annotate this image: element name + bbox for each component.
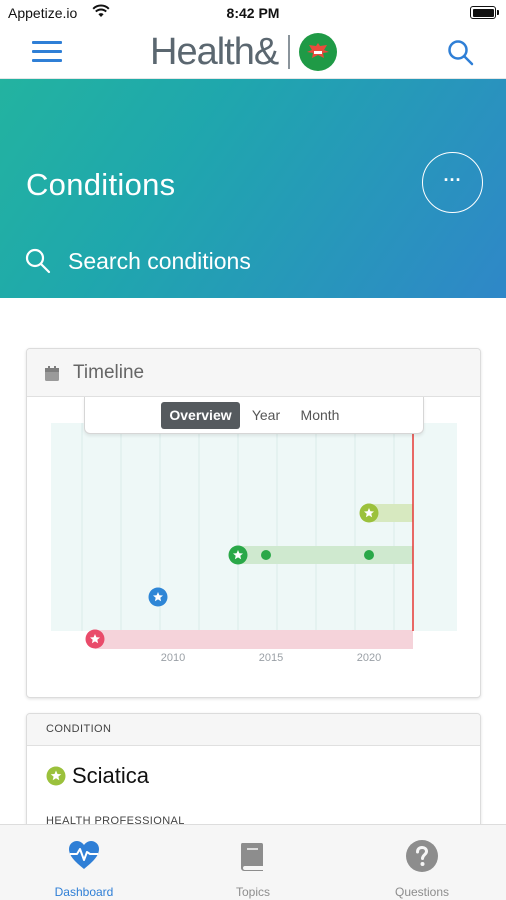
tab-topics-label: Topics [235,885,270,899]
app-logo: Health& [150,30,337,74]
app-header: Health& [0,26,506,79]
timeline-title: Timeline [73,362,145,383]
star-badge-icon [46,766,66,786]
axis-tick-label: 2015 [259,652,283,664]
status-bar: Appetize.io 8:42 PM [0,0,506,26]
timeline-bar-red [95,630,413,649]
condition-title: Sciatica [46,762,149,790]
timeline-plot-area [51,423,457,631]
view-overview-button[interactable]: Overview [161,402,240,429]
book-icon [241,843,263,871]
timeline-event-dot[interactable] [261,550,271,560]
condition-section-label: CONDITION [46,723,112,735]
brand-badge-icon [298,33,337,71]
menu-icon[interactable] [32,41,62,63]
conditions-hero: Conditions ··· Search conditions [0,79,506,298]
tab-questions[interactable]: Questions [338,825,506,900]
view-year-button[interactable]: Year [246,402,286,429]
tab-bar: Dashboard Topics Questions [0,824,506,900]
search-conditions-input[interactable]: Search conditions [24,245,464,277]
axis-tick-label: 2010 [161,652,185,664]
timeline-view-switcher: Overview Year Month [84,397,424,434]
timeline-card: Timeline Overview Year Month 2010 2015 2… [26,348,481,698]
search-placeholder: Search conditions [68,248,251,274]
tab-dashboard[interactable]: Dashboard [0,825,168,900]
view-month-button[interactable]: Month [293,402,347,429]
condition-card-header: CONDITION [27,714,480,746]
tab-dashboard-label: Dashboard [54,885,114,899]
logo-divider [288,35,290,69]
page-title: Conditions [26,167,176,202]
heart-pulse-icon [69,841,99,869]
logo-text: Health& [150,30,279,73]
search-icon[interactable] [446,38,476,68]
search-icon [25,248,51,274]
calendar-icon [45,366,59,381]
timeline-chart: 2010 2015 2020 [51,423,457,664]
tab-topics[interactable]: Topics [169,825,337,900]
question-icon [406,840,438,872]
condition-name: Sciatica [72,763,150,788]
axis-tick-label: 2020 [357,652,381,664]
timeline-event-dot[interactable] [364,550,374,560]
more-options-button[interactable]: ··· [422,152,483,213]
timeline-card-header: Timeline [27,349,480,397]
tab-questions-label: Questions [394,885,450,899]
battery-icon [470,6,499,19]
clock: 8:42 PM [226,5,280,21]
